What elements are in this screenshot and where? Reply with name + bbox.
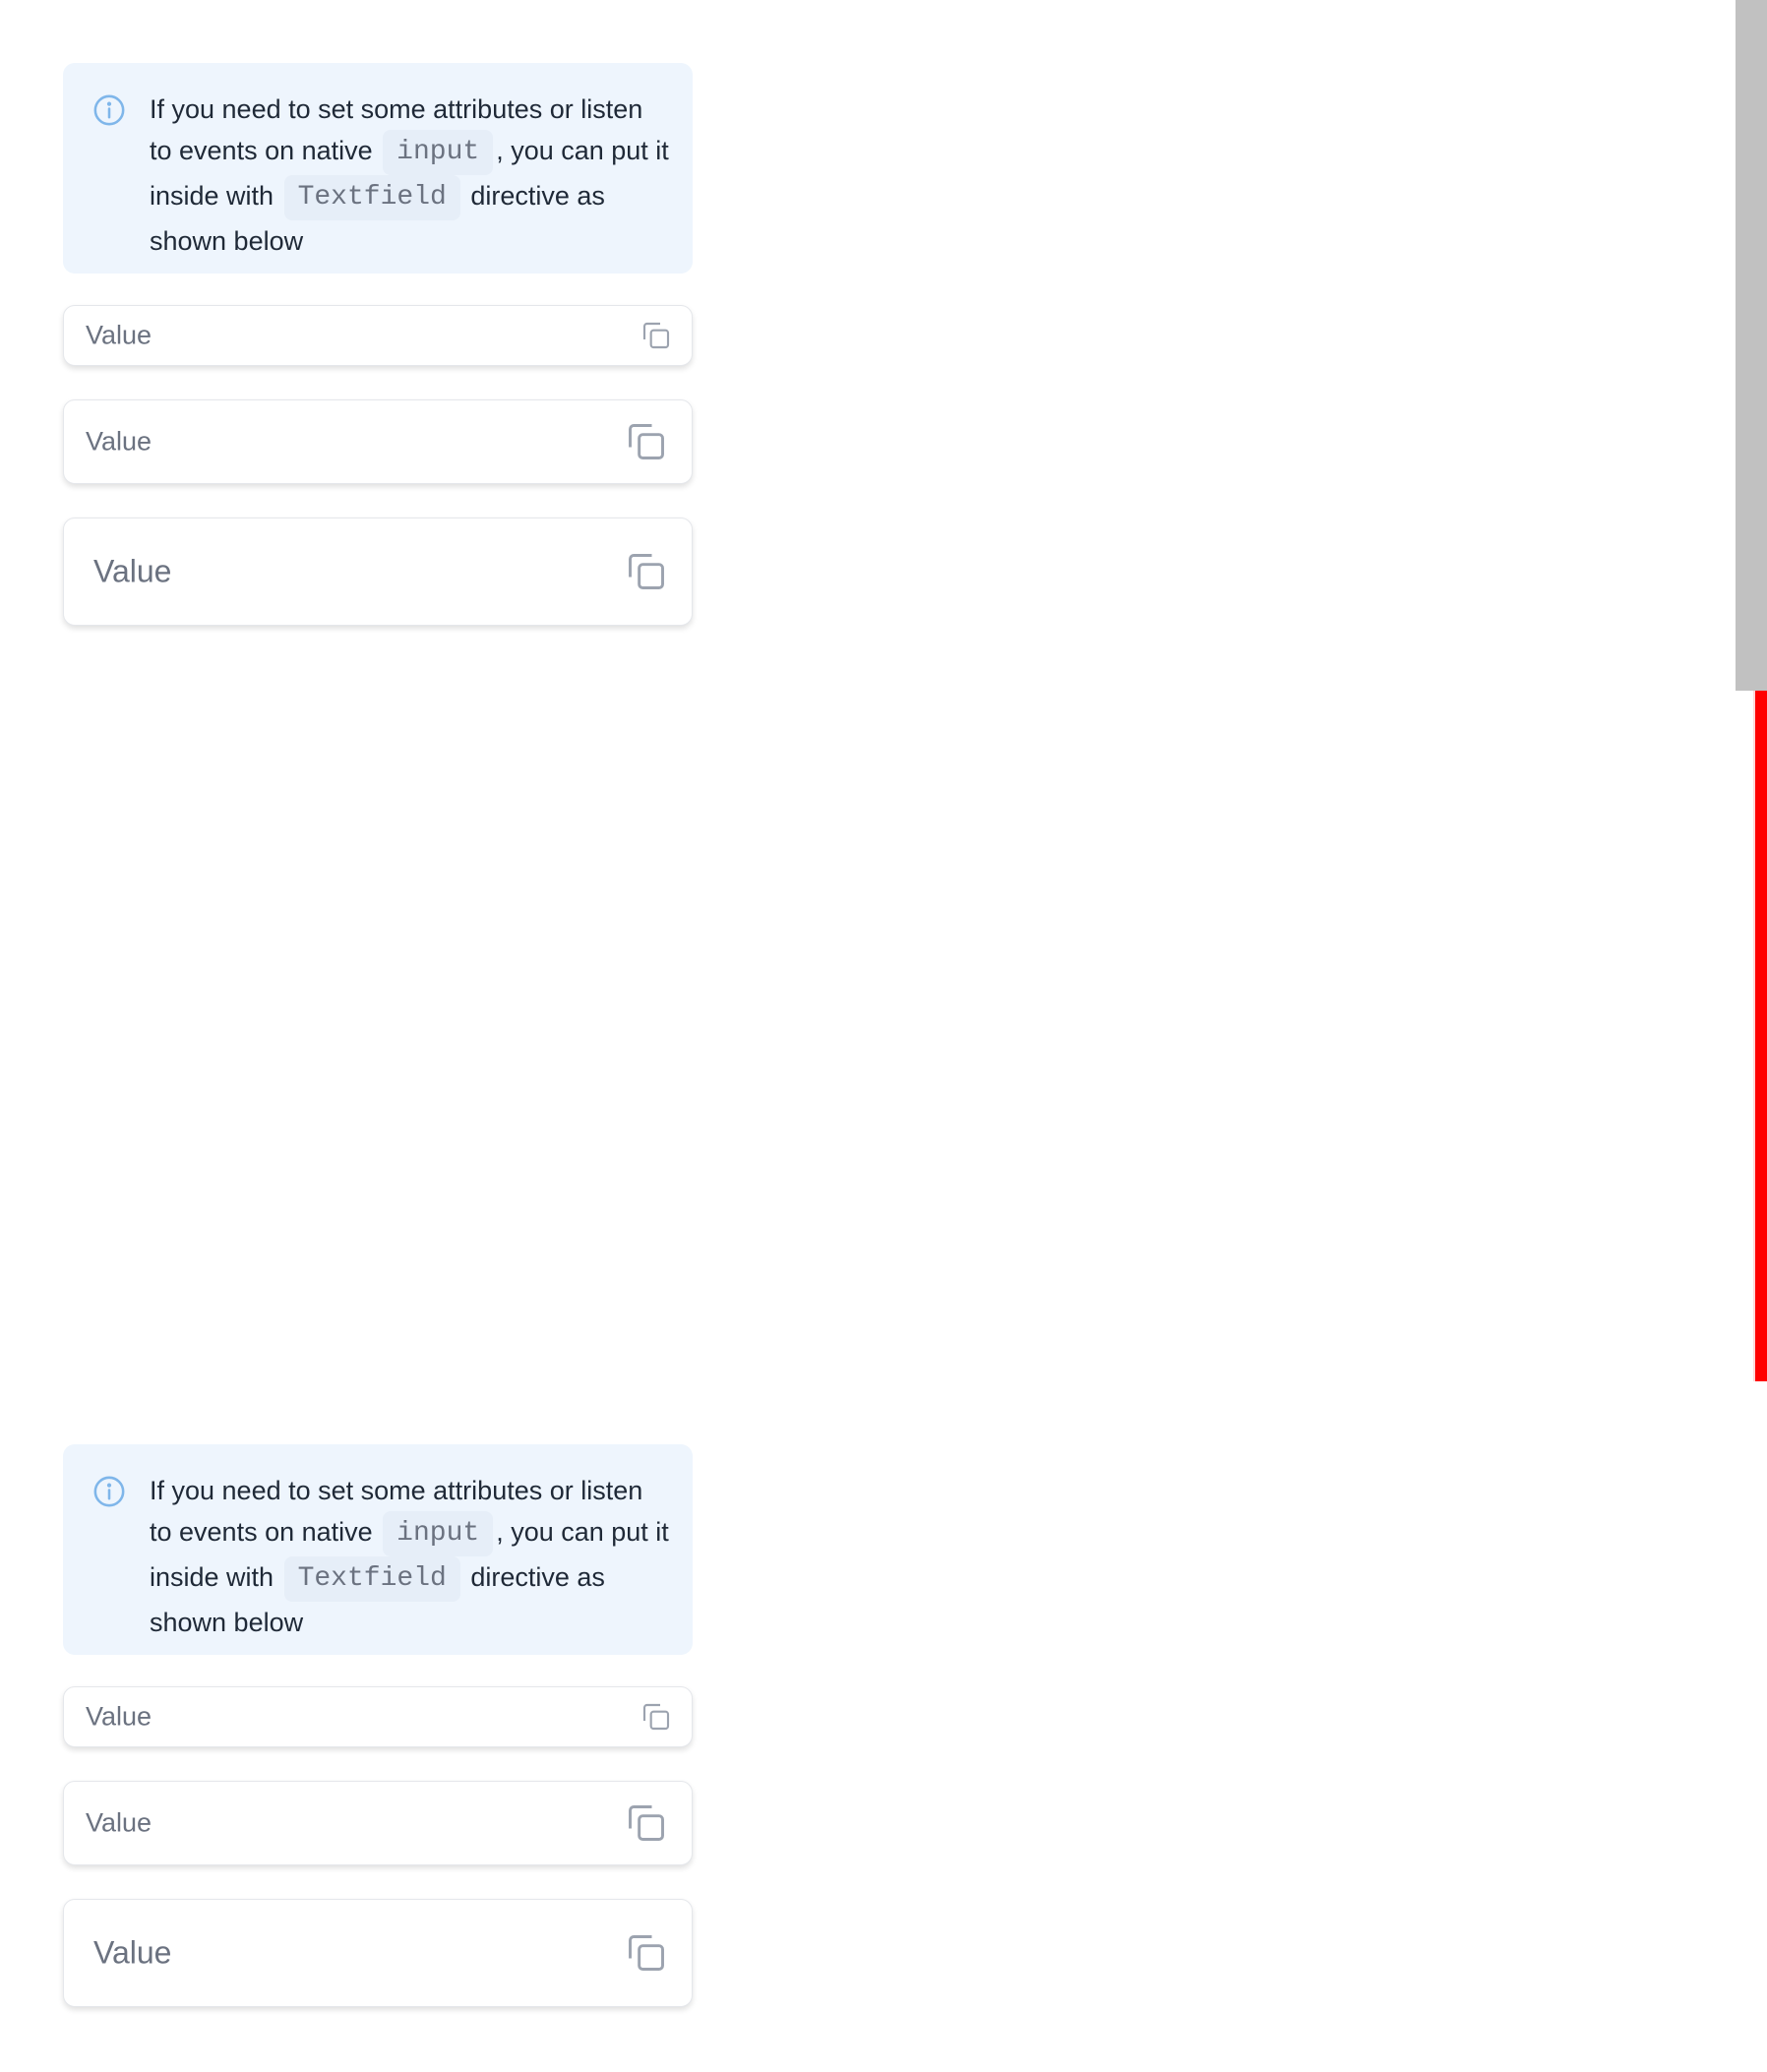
scrollbar-thumb-highlight[interactable] [1753, 691, 1767, 1381]
info-circle-icon [93, 1476, 125, 1507]
value-field-medium[interactable]: Value [63, 399, 693, 484]
value-field-small[interactable]: Value [63, 305, 693, 366]
info-callout: If you need to set some attributes or li… [63, 1444, 693, 1655]
field-value-label: Value [93, 553, 172, 589]
field-value-label: Value [86, 320, 152, 350]
top-panel: If you need to set some attributes or li… [0, 0, 1736, 691]
field-value-label: Value [93, 1934, 172, 1971]
value-field-large[interactable]: Value [63, 1899, 693, 2007]
code-input: input [383, 130, 494, 175]
callout-text: If you need to set some attributes or li… [150, 89, 669, 262]
bottom-panel: If you need to set some attributes or li… [0, 1381, 1736, 2072]
copy-icon[interactable] [625, 550, 668, 593]
copy-icon[interactable] [640, 320, 672, 351]
copy-icon[interactable] [625, 420, 668, 463]
info-callout: If you need to set some attributes or li… [63, 63, 693, 274]
value-field-small[interactable]: Value [63, 1686, 693, 1747]
copy-icon[interactable] [625, 1931, 668, 1975]
field-value-label: Value [86, 1701, 152, 1732]
scrollbar-track[interactable] [1736, 0, 1767, 691]
field-value-label: Value [86, 1807, 152, 1838]
code-textfield: Textfield [283, 175, 460, 220]
copy-icon[interactable] [625, 1801, 668, 1845]
code-textfield: Textfield [283, 1556, 460, 1602]
copy-icon[interactable] [640, 1701, 672, 1733]
value-field-medium[interactable]: Value [63, 1781, 693, 1865]
info-circle-icon [93, 94, 125, 126]
value-field-large[interactable]: Value [63, 518, 693, 626]
textfield-demo-section: If you need to set some attributes or li… [63, 1444, 693, 2007]
textfield-demo-section: If you need to set some attributes or li… [63, 63, 693, 626]
code-input: input [383, 1511, 494, 1556]
callout-text: If you need to set some attributes or li… [150, 1470, 669, 1643]
field-value-label: Value [86, 426, 152, 457]
